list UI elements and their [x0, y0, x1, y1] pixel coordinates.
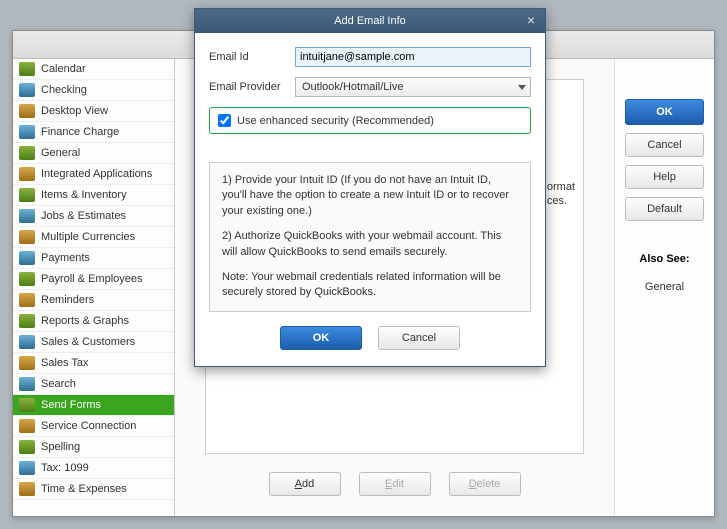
sidebar-item-label: Payments	[41, 252, 90, 264]
sidebar-item-sales-tax[interactable]: Sales Tax	[13, 353, 174, 374]
sidebar-item-tax-1099[interactable]: Tax: 1099	[13, 458, 174, 479]
enhanced-security-row[interactable]: Use enhanced security (Recommended)	[209, 107, 531, 134]
instruction-note: Note: Your webmail credentials related i…	[222, 270, 518, 301]
sidebar-icon	[19, 377, 35, 391]
sidebar-icon	[19, 440, 35, 454]
chevron-down-icon	[518, 85, 526, 90]
sidebar-item-label: Reminders	[41, 294, 94, 306]
sidebar-icon	[19, 482, 35, 496]
sidebar-item-label: Payroll & Employees	[41, 273, 143, 285]
sidebar-item-label: Spelling	[41, 441, 80, 453]
sidebar-item-reminders[interactable]: Reminders	[13, 290, 174, 311]
email-provider-label: Email Provider	[209, 81, 295, 93]
sidebar-item-reports-graphs[interactable]: Reports & Graphs	[13, 311, 174, 332]
default-button[interactable]: Default	[625, 197, 704, 221]
sidebar-item-label: Sales Tax	[41, 357, 89, 369]
sidebar-icon	[19, 146, 35, 160]
cancel-button[interactable]: Cancel	[625, 133, 704, 157]
sidebar-icon	[19, 293, 35, 307]
sidebar-item-payroll-employees[interactable]: Payroll & Employees	[13, 269, 174, 290]
sidebar-item-label: Sales & Customers	[41, 336, 135, 348]
sidebar-item-calendar[interactable]: Calendar	[13, 59, 174, 80]
sidebar-item-time-expenses[interactable]: Time & Expenses	[13, 479, 174, 500]
dialog-ok-button[interactable]: OK	[280, 326, 362, 350]
sidebar-item-label: Finance Charge	[41, 126, 119, 138]
sidebar-icon	[19, 209, 35, 223]
dialog-titlebar[interactable]: Add Email Info ×	[195, 9, 545, 33]
add-email-info-dialog: Add Email Info × Email Id Email Provider…	[194, 8, 546, 367]
sidebar-icon	[19, 188, 35, 202]
sidebar-icon	[19, 230, 35, 244]
sidebar-icon	[19, 314, 35, 328]
also-see-general[interactable]: General	[625, 281, 704, 293]
ok-button[interactable]: OK	[625, 99, 704, 125]
edit-button[interactable]: Edit	[359, 472, 431, 496]
sidebar-item-integrated-applications[interactable]: Integrated Applications	[13, 164, 174, 185]
email-id-input[interactable]	[295, 47, 531, 67]
also-see-label: Also See:	[625, 253, 704, 265]
sidebar-icon	[19, 272, 35, 286]
right-column: OK Cancel Help Default Also See: General	[614, 59, 714, 516]
sidebar-item-multiple-currencies[interactable]: Multiple Currencies	[13, 227, 174, 248]
dialog-cancel-button[interactable]: Cancel	[378, 326, 460, 350]
email-provider-select[interactable]: Outlook/Hotmail/Live	[295, 77, 531, 97]
sidebar-item-label: Checking	[41, 84, 87, 96]
sidebar-icon	[19, 398, 35, 412]
sidebar-item-label: Calendar	[41, 63, 86, 75]
sidebar-item-label: General	[41, 147, 80, 159]
sidebar-icon	[19, 419, 35, 433]
delete-accel: D	[469, 478, 477, 490]
add-accel: A	[295, 478, 302, 490]
sidebar-item-sales-customers[interactable]: Sales & Customers	[13, 332, 174, 353]
instructions-panel: 1) Provide your Intuit ID (If you do not…	[209, 162, 531, 312]
instruction-step-1: 1) Provide your Intuit ID (If you do not…	[222, 173, 518, 219]
sidebar-icon	[19, 62, 35, 76]
sidebar-icon	[19, 83, 35, 97]
sidebar-item-label: Service Connection	[41, 420, 136, 432]
sidebar: Calendar Checking Desktop View Finance Char…	[13, 59, 175, 516]
enhanced-security-label: Use enhanced security (Recommended)	[237, 115, 434, 127]
sidebar-item-service-connection[interactable]: Service Connection	[13, 416, 174, 437]
sidebar-item-checking[interactable]: Checking	[13, 80, 174, 101]
sidebar-item-spelling[interactable]: Spelling	[13, 437, 174, 458]
sidebar-icon	[19, 167, 35, 181]
sidebar-item-label: Items & Inventory	[41, 189, 127, 201]
instruction-step-2: 2) Authorize QuickBooks with your webmai…	[222, 229, 518, 260]
sidebar-icon	[19, 335, 35, 349]
sidebar-icon	[19, 251, 35, 265]
sidebar-item-label: Time & Expenses	[41, 483, 127, 495]
sidebar-item-desktop-view[interactable]: Desktop View	[13, 101, 174, 122]
sidebar-icon	[19, 125, 35, 139]
sidebar-item-search[interactable]: Search	[13, 374, 174, 395]
help-button[interactable]: Help	[625, 165, 704, 189]
sidebar-item-label: Send Forms	[41, 399, 101, 411]
sidebar-icon	[19, 461, 35, 475]
dialog-title: Add Email Info	[334, 15, 406, 27]
sidebar-item-general[interactable]: General	[13, 143, 174, 164]
sidebar-item-jobs-estimates[interactable]: Jobs & Estimates	[13, 206, 174, 227]
sidebar-item-send-forms[interactable]: Send Forms	[13, 395, 174, 416]
close-icon[interactable]: ×	[523, 13, 539, 29]
sidebar-item-payments[interactable]: Payments	[13, 248, 174, 269]
email-provider-value: Outlook/Hotmail/Live	[302, 81, 404, 93]
sidebar-item-items-inventory[interactable]: Items & Inventory	[13, 185, 174, 206]
enhanced-security-checkbox[interactable]	[218, 114, 231, 127]
sidebar-item-finance-charge[interactable]: Finance Charge	[13, 122, 174, 143]
email-id-label: Email Id	[209, 51, 295, 63]
delete-button[interactable]: Delete	[449, 472, 521, 496]
add-button[interactable]: Add	[269, 472, 341, 496]
sidebar-item-label: Search	[41, 378, 76, 390]
truncated-hint: ormat ces.	[547, 180, 575, 209]
sidebar-item-label: Integrated Applications	[41, 168, 152, 180]
sidebar-item-label: Jobs & Estimates	[41, 210, 126, 222]
sidebar-icon	[19, 104, 35, 118]
sidebar-icon	[19, 356, 35, 370]
sidebar-item-label: Multiple Currencies	[41, 231, 135, 243]
sidebar-item-label: Tax: 1099	[41, 462, 89, 474]
sidebar-item-label: Desktop View	[41, 105, 108, 117]
sidebar-item-label: Reports & Graphs	[41, 315, 129, 327]
